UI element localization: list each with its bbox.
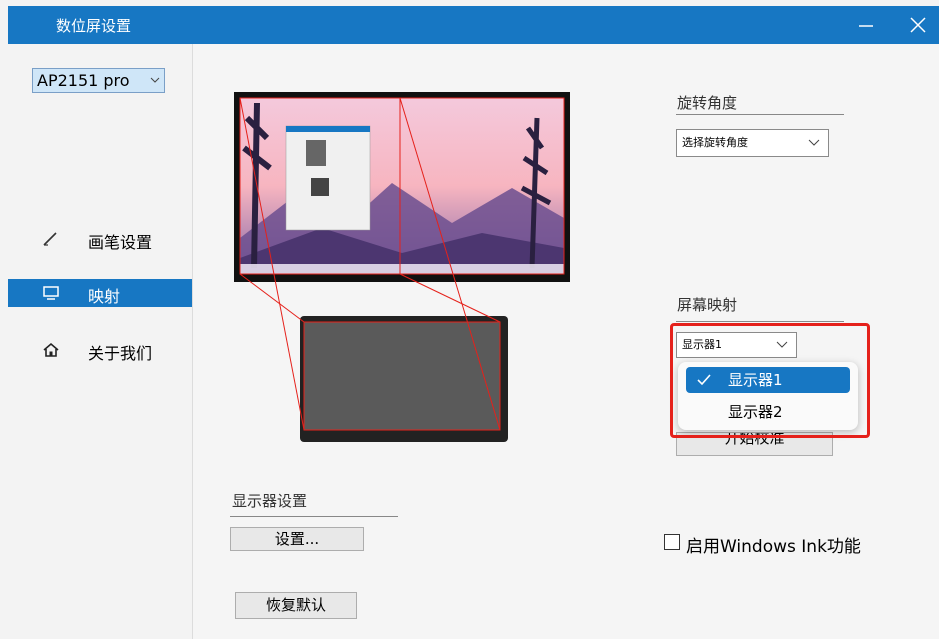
windows-ink-checkbox[interactable] — [664, 534, 680, 550]
sidebar-item-about[interactable]: 关于我们 — [8, 336, 192, 364]
chevron-down-icon — [808, 139, 820, 146]
chevron-down-icon — [150, 74, 160, 86]
sidebar-item-label: 画笔设置 — [88, 233, 153, 252]
window-title: 数位屏设置 — [56, 17, 132, 35]
rotation-divider — [676, 114, 844, 115]
display-settings-button[interactable]: 设置... — [230, 527, 364, 551]
close-button[interactable] — [895, 6, 939, 44]
app-window-thumbnail-titlebar — [286, 126, 370, 132]
pen-icon — [43, 232, 57, 246]
minimize-icon — [859, 25, 873, 27]
rotation-select-placeholder: 选择旋转角度 — [682, 136, 748, 149]
sidebar-item-label: 关于我们 — [88, 344, 153, 363]
sidebar-item-label: 映射 — [88, 287, 121, 306]
display-settings-button-label: 设置... — [274, 530, 320, 548]
close-icon — [910, 17, 926, 33]
tablet-screen — [303, 321, 501, 431]
title-bar: 数位屏设置 — [8, 6, 939, 44]
display-settings-title: 显示器设置 — [232, 492, 308, 510]
annotation-highlight-box — [670, 323, 870, 438]
sidebar-item-mapping[interactable]: 映射 — [8, 279, 192, 307]
thumbnail-preview-bottom — [311, 178, 329, 196]
display-settings-divider — [230, 516, 398, 517]
sidebar: AP2151 pro 画笔设置 映射 关于我们 — [8, 44, 193, 639]
sidebar-item-pen-settings[interactable]: 画笔设置 — [8, 225, 192, 253]
device-select[interactable]: AP2151 pro — [32, 68, 165, 93]
device-select-value: AP2151 pro — [37, 71, 130, 90]
display-icon — [43, 286, 59, 300]
mapping-divider — [676, 321, 844, 322]
restore-defaults-button[interactable]: 恢复默认 — [235, 592, 357, 619]
home-icon — [43, 342, 59, 357]
mapping-title: 屏幕映射 — [677, 296, 738, 314]
thumbnail-preview-top — [306, 140, 326, 166]
rotation-title: 旋转角度 — [677, 94, 738, 112]
taskbar — [240, 264, 564, 274]
windows-ink-label: 启用Windows Ink功能 — [686, 537, 861, 557]
rotation-select[interactable]: 选择旋转角度 — [676, 129, 829, 157]
minimize-button[interactable] — [845, 6, 889, 44]
mapping-preview — [234, 92, 570, 442]
restore-defaults-label: 恢复默认 — [265, 596, 326, 614]
